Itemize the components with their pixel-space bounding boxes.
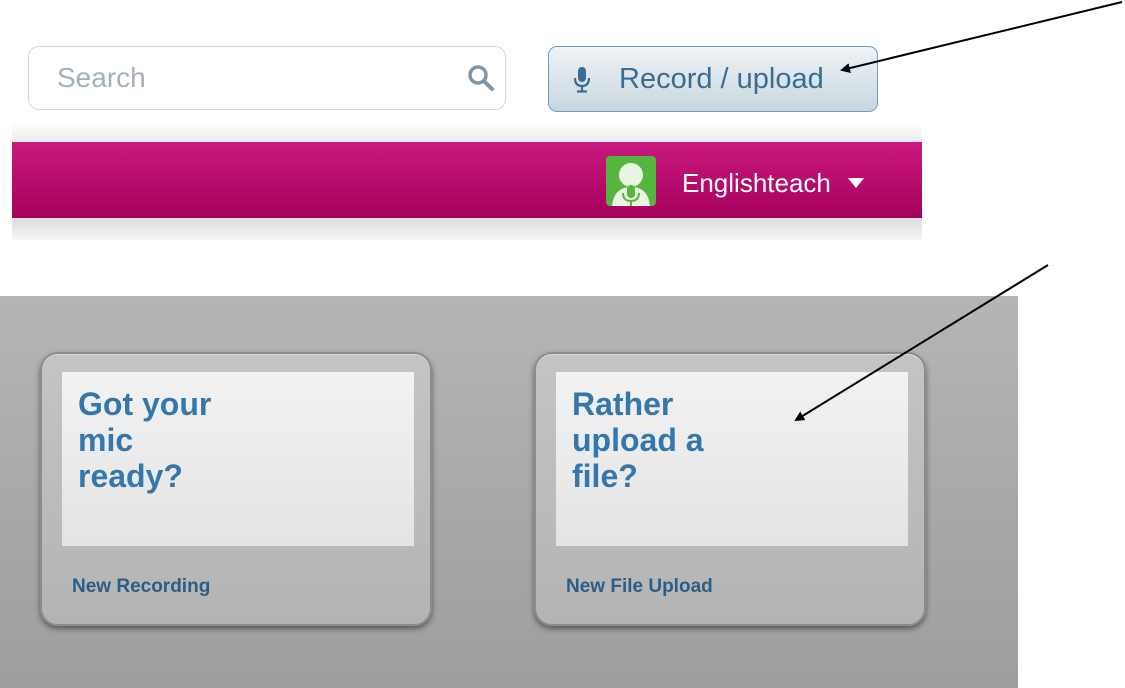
heading-line: mic [78, 422, 134, 458]
heading-line: ready? [78, 458, 183, 494]
card-heading-box: Rather upload a file? [556, 372, 908, 546]
microphone-icon [573, 67, 591, 93]
new-recording-card[interactable]: Got your mic ready? New Recording [40, 352, 432, 626]
nav-top-strip [12, 122, 922, 142]
search-icon[interactable] [467, 64, 495, 92]
record-upload-button[interactable]: Record / upload [548, 46, 878, 112]
card-heading: Rather upload a file? [572, 386, 704, 494]
arrow-to-record-button [840, 1, 1123, 73]
user-avatar-icon [606, 156, 656, 206]
record-upload-label: Record / upload [619, 63, 824, 95]
heading-line: file? [572, 458, 638, 494]
new-file-upload-card[interactable]: Rather upload a file? New File Upload [534, 352, 926, 626]
search-box[interactable]: Search [28, 46, 506, 110]
new-content-panel: Got your mic ready? New Recording Rather… [0, 296, 1018, 688]
caret-down-icon[interactable] [848, 178, 864, 188]
nav-bar: Englishteach [12, 142, 922, 218]
heading-line: Got your [78, 386, 212, 422]
username-label: Englishteach [682, 168, 831, 198]
heading-line: upload a [572, 422, 704, 458]
new-file-upload-link[interactable]: New File Upload [566, 576, 713, 598]
search-input[interactable]: Search [57, 62, 146, 94]
nav-bar-shadow [12, 218, 922, 240]
card-heading-box: Got your mic ready? [62, 372, 414, 546]
heading-line: Rather [572, 386, 674, 422]
new-recording-link[interactable]: New Recording [72, 576, 210, 598]
card-heading: Got your mic ready? [78, 386, 211, 494]
